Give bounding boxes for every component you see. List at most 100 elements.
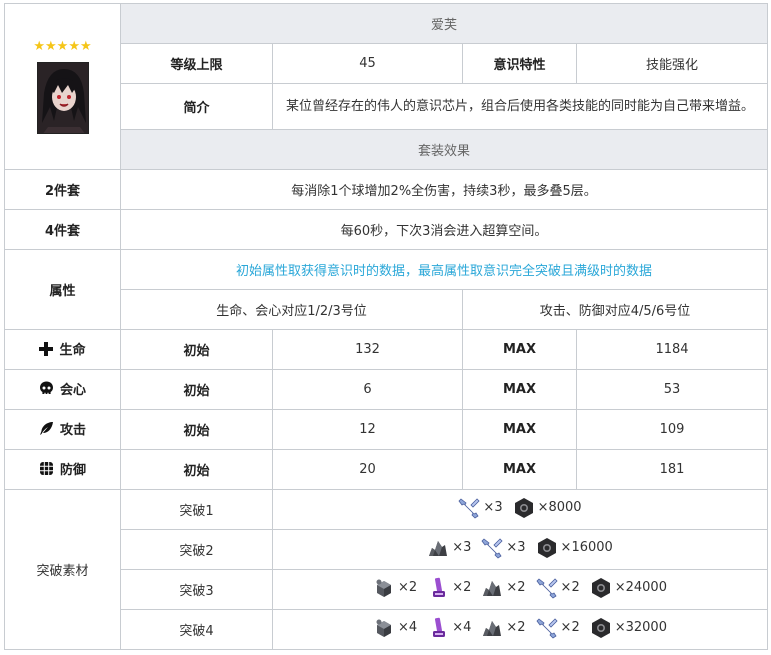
max-label: MAX [462,329,577,370]
crystal-wrench-icon[interactable] [458,497,480,519]
portrait-cell: ★★★★★ [4,3,121,170]
breakthrough-label: 突破素材 [4,489,121,650]
material-qty: ×3 [483,500,503,515]
breakthrough-stage: 突破1 [120,489,273,530]
shield-grid-icon [39,462,53,475]
material-qty: ×8000 [537,500,582,515]
initial-value: 20 [272,449,463,490]
max-value: 1184 [575,329,769,370]
material-item[interactable]: ×3 [481,537,526,559]
cross-icon [39,341,54,356]
material-item[interactable]: ×32000 [590,617,667,639]
ore-chunk-icon[interactable] [427,537,449,559]
max-label: MAX [462,409,577,450]
attr-row-atk: 攻击 初始 12 MAX 109 [4,409,769,450]
attr-name: 防御 [59,463,86,478]
material-item[interactable]: ×2 [536,577,580,599]
material-qty: ×2 [452,580,472,595]
material-item[interactable]: ×2 [427,577,471,599]
hex-nut-icon[interactable] [590,577,612,599]
ore-chunk-icon[interactable] [481,617,503,639]
initial-value: 12 [272,409,463,450]
set-effect-header: 套装效果 [119,129,769,170]
material-item[interactable]: ×3 [458,497,503,519]
attr-name: 生命 [59,343,86,359]
skull-icon [39,381,53,394]
attributes-label: 属性 [4,249,121,330]
material-qty: ×3 [506,540,526,555]
breakthrough-stage: 突破3 [120,569,273,610]
initial-label: 初始 [120,449,273,490]
material-list: ×4 ×4 ×2 ×2 ×32000 [370,617,670,639]
attr-row-crit: 会心 初始 6 MAX 53 [4,369,769,410]
material-item[interactable]: ×2 [481,577,526,599]
material-item[interactable]: ×2 [536,617,580,639]
trait-label: 意识特性 [462,43,577,84]
purple-tool-icon[interactable] [427,577,449,599]
material-item[interactable]: ×4 [373,617,417,639]
material-qty: ×2 [506,580,526,595]
hex-nut-icon[interactable] [536,537,558,559]
initial-label: 初始 [120,369,273,410]
crystal-wrench-icon[interactable] [481,537,503,559]
hex-nut-icon[interactable] [513,497,535,519]
metal-cube-icon[interactable] [373,577,395,599]
material-qty: ×3 [452,540,472,555]
material-qty: ×32000 [614,620,667,635]
material-item[interactable]: ×3 [427,537,471,559]
material-item[interactable]: ×16000 [536,537,613,559]
attributes-note: 初始属性取获得意识时的数据，最高属性取意识完全突破且满级时的数据 [119,249,769,290]
intro-label: 简介 [120,83,273,130]
two-piece-text: 每消除1个球增加2%全伤害，持续3秒，最多叠5层。 [119,169,769,210]
attr-name: 会心 [59,383,86,398]
material-item[interactable]: ×8000 [513,497,582,519]
metal-cube-icon[interactable] [373,617,395,639]
breakthrough-row: 突破素材 突破1 ×3 ×8000 [4,489,769,650]
attr-name: 攻击 [59,423,86,438]
material-item[interactable]: ×24000 [590,577,667,599]
material-qty: ×2 [560,580,580,595]
material-item[interactable]: ×4 [427,617,471,639]
level-cap-label: 等级上限 [120,43,273,84]
material-qty: ×24000 [614,580,667,595]
initial-value: 6 [272,369,463,410]
breakthrough-stage: 突破2 [120,529,273,570]
material-qty: ×4 [452,620,472,635]
chip-name: 爱芙 [119,3,769,44]
initial-label: 初始 [120,329,273,370]
rarity-stars: ★★★★★ [33,39,92,54]
material-item[interactable]: ×2 [373,577,417,599]
feather-icon [39,422,53,435]
max-label: MAX [462,449,577,490]
ore-chunk-icon[interactable] [481,577,503,599]
material-qty: ×2 [506,620,526,635]
four-piece-label: 4件套 [4,209,121,250]
max-value: 181 [575,449,769,490]
level-cap-value: 45 [272,43,463,84]
initial-value: 132 [272,329,463,370]
breakthrough-stage: 突破4 [120,609,273,650]
purple-tool-icon[interactable] [427,617,449,639]
crystal-wrench-icon[interactable] [536,617,558,639]
character-portrait[interactable] [36,62,89,134]
material-list: ×3 ×3 ×16000 [424,537,616,559]
intro-text: 某位曾经存在的伟人的意识芯片，组合后使用各类技能的同时能为自己带来增益。 [271,83,769,130]
four-piece-text: 每60秒，下次3消会进入超算空间。 [119,209,769,250]
material-item[interactable]: ×2 [481,617,526,639]
crystal-wrench-icon[interactable] [536,577,558,599]
material-list: ×2 ×2 ×2 ×2 ×24000 [370,577,670,599]
material-list: ×3 ×8000 [455,497,584,519]
trait-value: 技能强化 [575,43,769,84]
material-qty: ×2 [560,620,580,635]
attr-row-hp: 生命 初始 132 MAX 1184 [4,329,769,370]
initial-label: 初始 [120,409,273,450]
chip-info-table: ★★★★★ 爱芙 等级上限 45 意识特性 技能强化 简介 某位曾经存在的伟人的… [4,3,769,650]
slots-right: 攻击、防御对应4/5/6号位 [461,289,769,330]
max-value: 109 [575,409,769,450]
material-qty: ×16000 [560,540,613,555]
material-qty: ×4 [398,620,418,635]
slots-left: 生命、会心对应1/2/3号位 [120,289,463,330]
attr-row-def: 防御 初始 20 MAX 181 [4,449,769,490]
two-piece-label: 2件套 [4,169,121,210]
hex-nut-icon[interactable] [590,617,612,639]
